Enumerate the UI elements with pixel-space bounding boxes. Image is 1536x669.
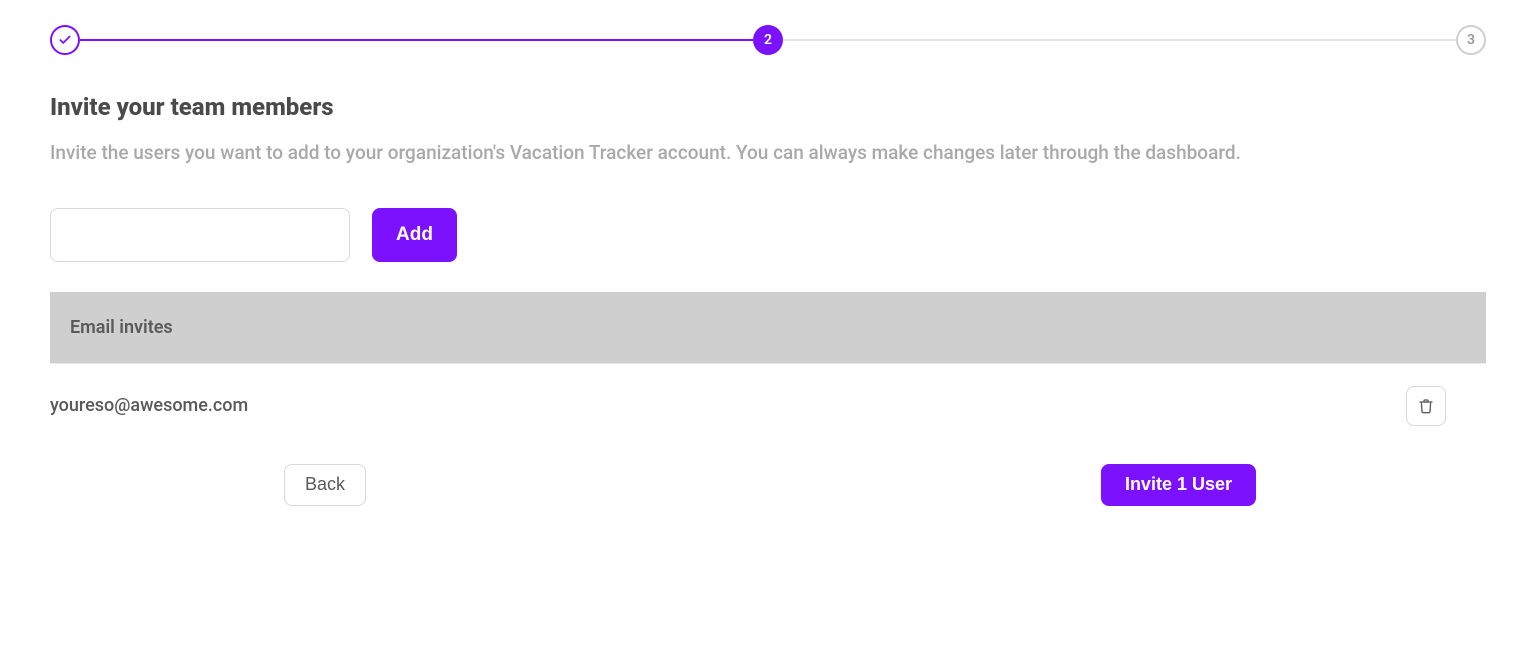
page-subtitle: Invite the users you want to add to your… bbox=[50, 139, 1486, 168]
actions-row: Back Invite 1 User bbox=[50, 448, 1486, 506]
step-line-1-2 bbox=[80, 39, 753, 41]
trash-icon bbox=[1418, 398, 1434, 414]
table-row: youreso@awesome.com bbox=[50, 364, 1486, 448]
stepper: 2 3 bbox=[50, 25, 1486, 55]
step-3-pending: 3 bbox=[1456, 25, 1486, 55]
email-input[interactable] bbox=[50, 208, 350, 262]
table-header: Email invites bbox=[50, 292, 1486, 364]
page-title: Invite your team members bbox=[50, 93, 1486, 121]
invite-users-button[interactable]: Invite 1 User bbox=[1101, 464, 1256, 506]
invite-email: youreso@awesome.com bbox=[50, 395, 248, 416]
delete-invite-button[interactable] bbox=[1406, 386, 1446, 426]
check-icon bbox=[58, 33, 72, 47]
step-2-active: 2 bbox=[753, 25, 783, 55]
add-button[interactable]: Add bbox=[372, 208, 457, 262]
back-button[interactable]: Back bbox=[284, 464, 366, 506]
invites-table: Email invites youreso@awesome.com bbox=[50, 292, 1486, 448]
invite-input-row: Add bbox=[50, 208, 1486, 262]
step-line-2-3 bbox=[783, 39, 1456, 41]
step-1-completed bbox=[50, 25, 80, 55]
